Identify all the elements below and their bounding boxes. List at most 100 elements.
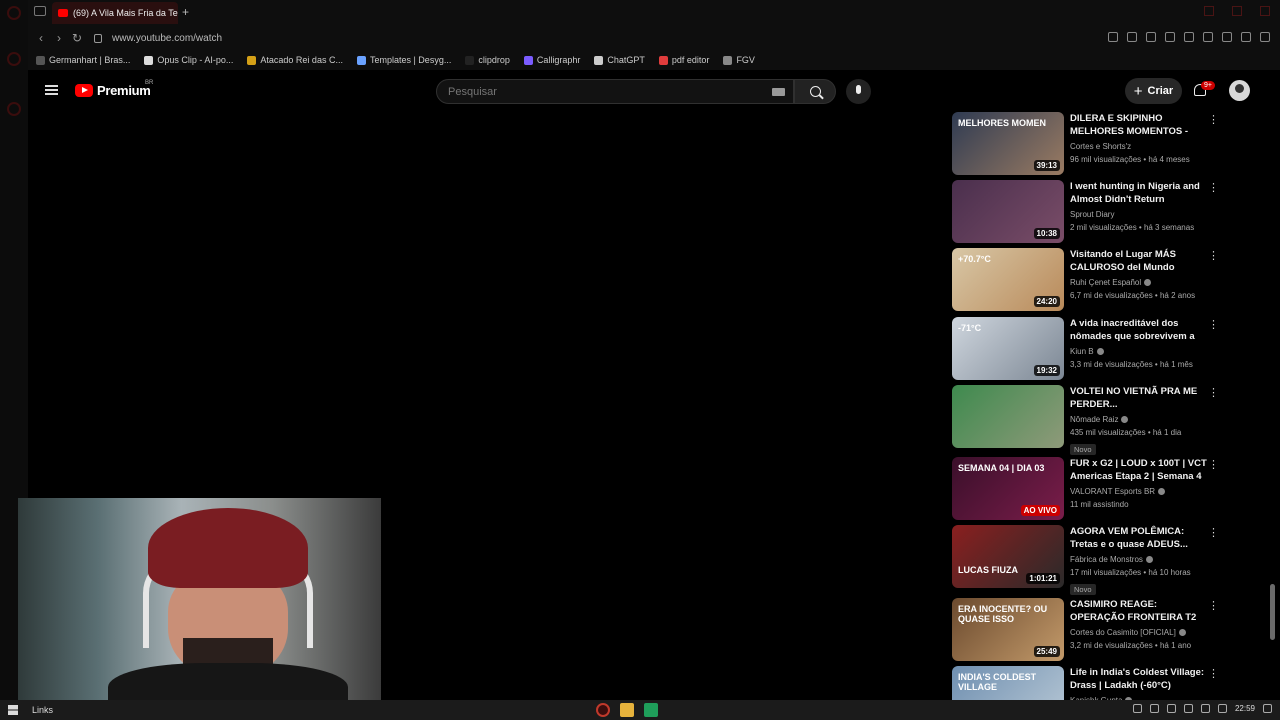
new-tab-icon[interactable]: +: [182, 5, 189, 19]
video-thumbnail[interactable]: INDIA'S COLDEST VILLAGE: [952, 666, 1064, 700]
download-icon[interactable]: [1241, 32, 1251, 42]
microphone-icon[interactable]: [846, 79, 871, 104]
bookmark-item[interactable]: Calligraphr: [523, 55, 580, 65]
search-button[interactable]: [794, 79, 836, 104]
url-field[interactable]: www.youtube.com/watch: [112, 33, 222, 44]
channel-name[interactable]: Sprout Diary: [1070, 208, 1210, 221]
minimize-icon[interactable]: [1204, 6, 1214, 16]
chevron-up-icon[interactable]: [1132, 704, 1142, 713]
tab-bar: (69) A Vila Mais Fria da Te +: [28, 0, 1280, 26]
video-title[interactable]: FUR x G2 | LOUD x 100T | VCT Americas Et…: [1070, 457, 1210, 483]
video-title[interactable]: A vida inacreditável dos nômades que sob…: [1070, 317, 1210, 343]
bookmark-item[interactable]: Atacado Rei das C...: [247, 55, 343, 65]
video-thumbnail[interactable]: MELHORES MOMEN 39:13: [952, 112, 1064, 175]
opera-taskbar-icon[interactable]: [596, 703, 610, 717]
video-thumbnail[interactable]: SEMANA 04 | DIA 03 AO VIVO: [952, 457, 1064, 520]
more-options-icon[interactable]: [1206, 318, 1219, 331]
bookmark-item[interactable]: Germanhart | Bras...: [36, 55, 130, 65]
more-options-icon[interactable]: [1206, 386, 1219, 399]
menu-icon[interactable]: [1260, 32, 1270, 42]
thumbnail-text: INDIA'S COLDEST VILLAGE: [958, 672, 1037, 692]
video-title[interactable]: DILERA E SKIPINHO MELHORES MOMENTOS - Fl…: [1070, 112, 1210, 138]
bookmark-item[interactable]: Opus Clip - AI-po...: [144, 55, 233, 65]
tray-app-icon[interactable]: [1149, 704, 1159, 713]
channel-name[interactable]: Cortes do Casimito [OFICIAL]: [1070, 626, 1210, 639]
more-options-icon[interactable]: [1206, 249, 1219, 262]
maximize-icon[interactable]: [1232, 6, 1242, 16]
keyboard-icon[interactable]: [772, 88, 785, 96]
video-info: Life in India's Coldest Village: Drass |…: [1070, 666, 1210, 700]
opera-logo-icon[interactable]: [7, 6, 21, 20]
video-meta: 3,2 mi de visualizações • há 1 ano: [1070, 641, 1192, 650]
extension-icon[interactable]: [1146, 32, 1156, 42]
bookmark-label: ChatGPT: [607, 55, 645, 65]
video-title[interactable]: VOLTEI NO VIETNÃ PRA ME PERDER...: [1070, 385, 1210, 411]
file-explorer-icon[interactable]: [620, 703, 634, 717]
close-icon[interactable]: [1260, 6, 1270, 16]
extension-icons: [1108, 32, 1270, 42]
bookmark-label: clipdrop: [478, 55, 510, 65]
video-thumbnail[interactable]: ERA INOCENTE? OU QUASE ISSO 25:49: [952, 598, 1064, 661]
video-thumbnail[interactable]: -71°C 19:32: [952, 317, 1064, 380]
scrollbar[interactable]: [1270, 584, 1275, 640]
windows-start-icon[interactable]: [8, 705, 18, 715]
notification-center-icon[interactable]: [1263, 704, 1272, 713]
video-title[interactable]: AGORA VEM POLÊMICA: Tretas e o quase ADE…: [1070, 525, 1210, 551]
bookmark-item[interactable]: Templates | Desyg...: [356, 55, 451, 65]
app-taskbar-icon[interactable]: [644, 703, 658, 717]
video-title[interactable]: Visitando el Lugar MÁS CALUROSO del Mund…: [1070, 248, 1210, 274]
channel-name[interactable]: Fábrica de Monstros: [1070, 553, 1210, 566]
video-thumbnail[interactable]: +70.7°C 24:20: [952, 248, 1064, 311]
video-thumbnail[interactable]: [952, 385, 1064, 448]
more-options-icon[interactable]: [1206, 181, 1219, 194]
youtube-logo[interactable]: Premium BR: [75, 80, 153, 98]
hamburger-menu-icon[interactable]: [45, 85, 58, 95]
sidebar-app-icon[interactable]: [7, 102, 21, 116]
search-input[interactable]: [448, 86, 748, 98]
video-thumbnail[interactable]: 10:38: [952, 180, 1064, 243]
heart-icon[interactable]: [1184, 32, 1194, 42]
create-button[interactable]: + Criar: [1125, 78, 1182, 104]
microphone-tray-icon[interactable]: [1183, 704, 1193, 713]
channel-name[interactable]: VALORANT Esports BR: [1070, 485, 1210, 498]
video-duration: 19:32: [1033, 365, 1060, 376]
channel-name[interactable]: Ruhi Çenet Español: [1070, 276, 1210, 289]
bookmark-item[interactable]: ChatGPT: [594, 55, 645, 65]
bookmark-item[interactable]: pdf editor: [658, 55, 709, 65]
video-title[interactable]: I went hunting in Nigeria and Almost Did…: [1070, 180, 1210, 206]
volume-icon[interactable]: [1217, 704, 1227, 713]
bookmark-item[interactable]: clipdrop: [465, 55, 510, 65]
clock[interactable]: 22:59: [1235, 704, 1255, 713]
channel-name[interactable]: Kiun B: [1070, 345, 1210, 358]
sidebar-app-icon[interactable]: [7, 52, 21, 66]
reload-icon[interactable]: ↻: [68, 31, 86, 45]
more-options-icon[interactable]: [1206, 526, 1219, 539]
verified-icon: [1096, 348, 1104, 356]
video-title[interactable]: CASIMIRO REAGE: OPERAÇÃO FRONTEIRA T2 #2…: [1070, 598, 1210, 624]
forward-icon[interactable]: ›: [50, 31, 68, 45]
video-title[interactable]: Life in India's Coldest Village: Drass |…: [1070, 666, 1210, 692]
bookmark-item[interactable]: FGV: [723, 55, 755, 65]
extension-icon[interactable]: [1165, 32, 1175, 42]
channel-label: VALORANT Esports BR: [1070, 487, 1156, 496]
more-options-icon[interactable]: [1206, 113, 1219, 126]
bookmark-favicon-icon: [247, 55, 257, 65]
extension-icon[interactable]: [1203, 32, 1213, 42]
avatar[interactable]: [1229, 80, 1250, 101]
channel-name[interactable]: Cortes e Shorts'z: [1070, 140, 1210, 153]
channel-name[interactable]: Nômade Raiz: [1070, 413, 1210, 426]
more-options-icon[interactable]: [1206, 667, 1219, 680]
user-icon[interactable]: [1222, 32, 1232, 42]
tab-overview-icon[interactable]: [34, 6, 46, 16]
network-icon[interactable]: [1200, 704, 1210, 713]
tab-active[interactable]: (69) A Vila Mais Fria da Te: [52, 2, 178, 24]
taskbar-label[interactable]: Links: [32, 705, 53, 715]
back-icon[interactable]: ‹: [32, 31, 50, 45]
more-options-icon[interactable]: [1206, 599, 1219, 612]
more-options-icon[interactable]: [1206, 458, 1219, 471]
extension-icon[interactable]: [1127, 32, 1137, 42]
extension-icon[interactable]: [1108, 32, 1118, 42]
video-thumbnail[interactable]: LUCAS FIUZA 1:01:21: [952, 525, 1064, 588]
tray-app-icon[interactable]: [1166, 704, 1176, 713]
bookmark-label: Opus Clip - AI-po...: [157, 55, 234, 65]
